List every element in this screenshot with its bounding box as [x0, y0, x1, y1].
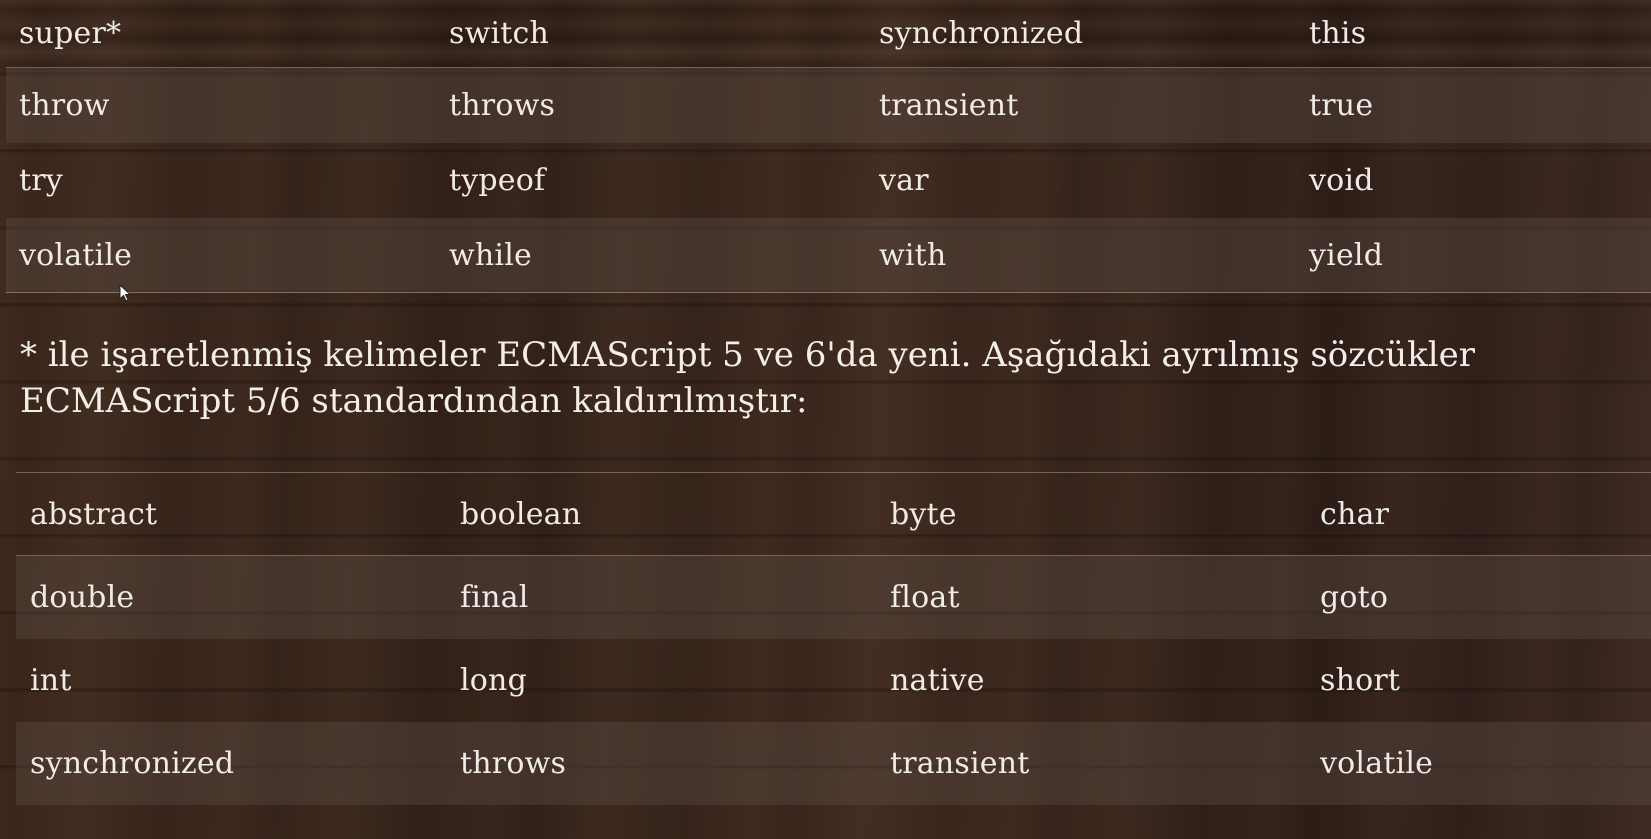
removed-words-table: abstract boolean byte char double final …	[16, 472, 1651, 805]
table-cell: volatile	[19, 237, 133, 273]
table-cell: char	[1320, 496, 1390, 532]
removed-words-note: * ile işaretlenmiş kelimeler ECMAScript …	[20, 332, 1620, 424]
table-cell: float	[890, 580, 960, 615]
note-line: ECMAScript 5/6 standardından kaldırılmış…	[20, 381, 808, 421]
table-cell: short	[1320, 663, 1401, 698]
table-cell: transient	[890, 746, 1030, 781]
table-cell: transient	[879, 88, 1019, 123]
table-cell: try	[19, 163, 63, 198]
table-row: abstract boolean byte char	[16, 473, 1651, 556]
table-cell: abstract	[30, 496, 158, 532]
table-cell: synchronized	[30, 746, 235, 781]
reserved-words-table: super* switch synchronized this throw th…	[6, 0, 1651, 293]
table-cell: throw	[19, 88, 110, 123]
table-cell: with	[879, 237, 947, 273]
table-cell: typeof	[449, 163, 546, 198]
table-cell: yield	[1309, 237, 1384, 273]
table-cell: this	[1309, 16, 1367, 51]
table-cell: final	[460, 580, 529, 615]
note-line: * ile işaretlenmiş kelimeler ECMAScript …	[20, 335, 1475, 375]
table-cell: double	[30, 580, 135, 615]
table-row: throw throws transient true	[6, 68, 1651, 143]
table-cell: goto	[1320, 580, 1389, 615]
table-cell: int	[30, 663, 72, 698]
table-cell: switch	[449, 16, 550, 51]
table-row: try typeof var void	[6, 143, 1651, 218]
table-row: volatile while with yield	[6, 218, 1651, 293]
table-row: synchronized throws transient volatile	[16, 722, 1651, 805]
table-cell: true	[1309, 88, 1374, 123]
table-cell: long	[460, 663, 527, 698]
table-cell: byte	[890, 496, 957, 532]
table-row: int long native short	[16, 639, 1651, 722]
table-cell: volatile	[1320, 746, 1434, 781]
table-cell: throws	[460, 746, 567, 781]
table-row: double final float goto	[16, 556, 1651, 639]
table-cell: native	[890, 663, 985, 698]
mouse-cursor-icon	[119, 284, 131, 302]
table-cell: super*	[19, 16, 122, 51]
table-cell: synchronized	[879, 16, 1084, 51]
table-cell: boolean	[460, 496, 582, 532]
table-cell: void	[1309, 163, 1374, 198]
table-cell: var	[879, 163, 929, 198]
table-cell: throws	[449, 88, 556, 123]
table-cell: while	[449, 237, 532, 273]
table-row: super* switch synchronized this	[6, 0, 1651, 68]
